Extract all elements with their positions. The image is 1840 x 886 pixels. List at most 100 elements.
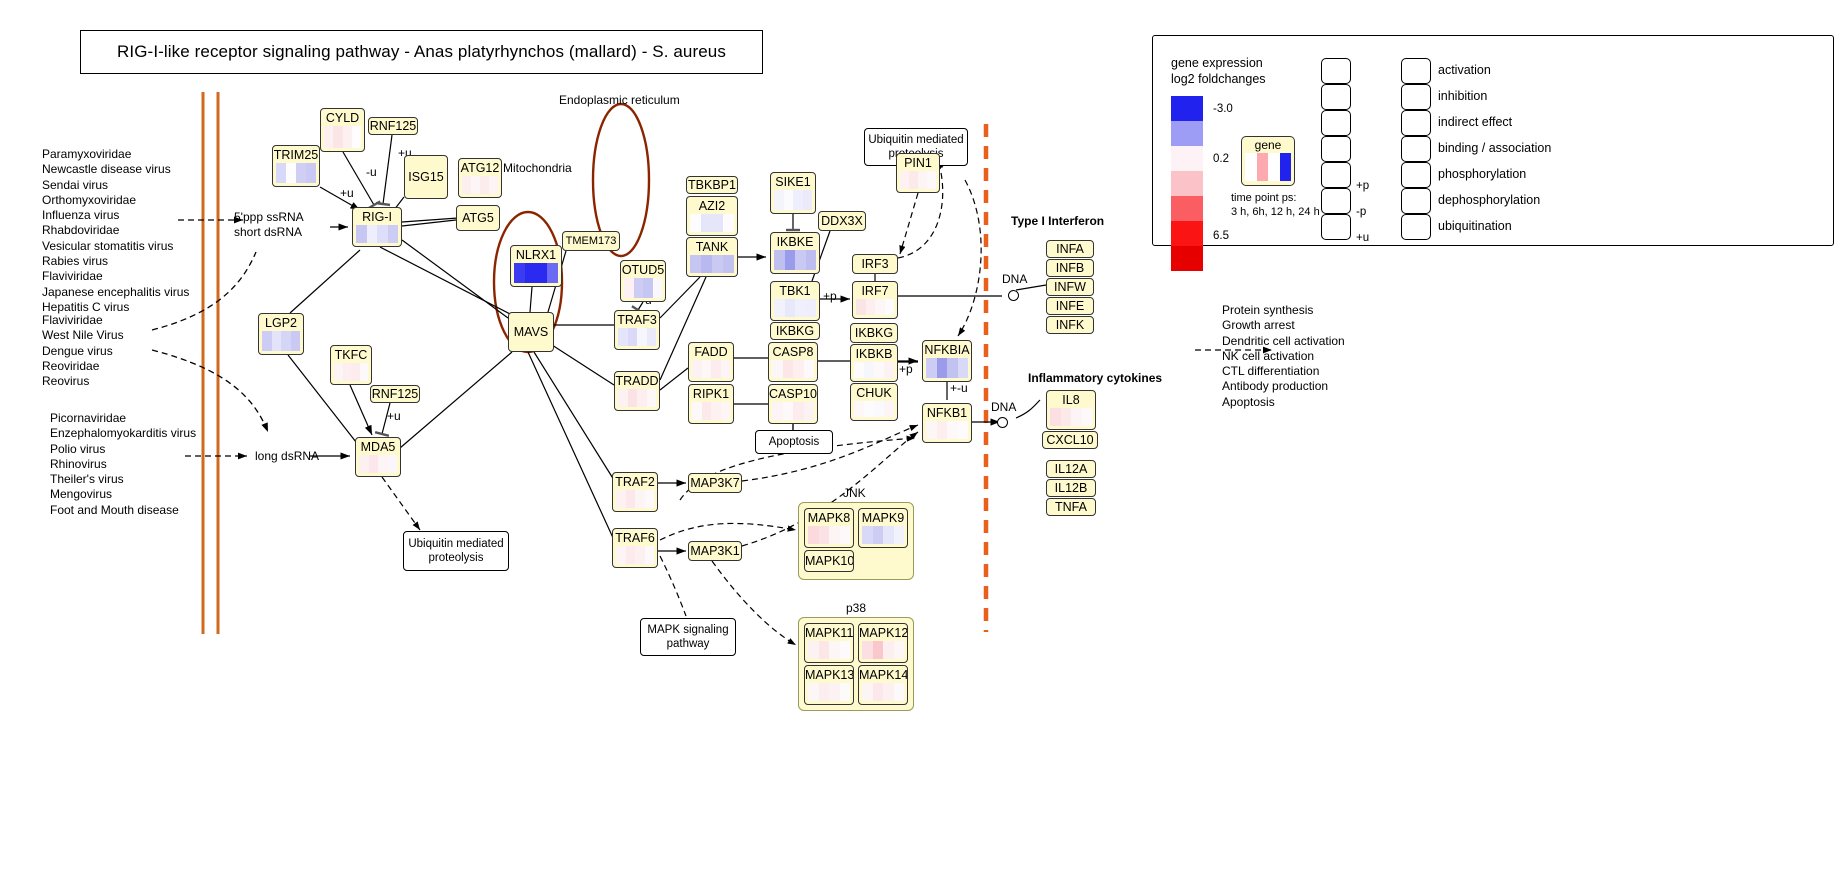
apoptosis-box[interactable]: Apoptosis — [755, 430, 833, 454]
gene-box-infe[interactable]: INFE — [1046, 297, 1094, 315]
gene-box-traf2[interactable]: TRAF2 — [612, 472, 658, 512]
gene-label: TRAF2 — [615, 475, 655, 489]
gene-label: INFA — [1056, 241, 1084, 256]
gene-box-mavs[interactable]: MAVS — [508, 312, 554, 352]
gene-box-isg15[interactable]: ISG15 — [404, 155, 448, 199]
inflammatory-cytokines-label: Inflammatory cytokines — [1028, 371, 1163, 385]
expression-bar — [536, 263, 547, 283]
gene-box-ddx3x[interactable]: DDX3X — [818, 211, 866, 231]
gene-box-otud5[interactable]: OTUD5 — [620, 260, 666, 302]
gene-expression-bars — [926, 358, 968, 378]
legend-node-target-phosphorylation — [1401, 162, 1431, 188]
gene-label: TANK — [695, 240, 729, 254]
legend-label-inhibition: inhibition — [1438, 89, 1488, 103]
gene-box-rigi[interactable]: RIG-I — [352, 207, 402, 247]
gene-box-lgp2[interactable]: LGP2 — [258, 313, 304, 355]
expression-bar — [829, 641, 840, 659]
gene-box-tbk1[interactable]: TBK1 — [770, 281, 820, 321]
ubiquitin-proteolysis-bottom[interactable]: Ubiquitin mediated proteolysis — [403, 531, 509, 571]
gene-box-infb[interactable]: INFB — [1046, 259, 1094, 277]
gene-box-ikbkg2[interactable]: IKBKG — [850, 323, 898, 343]
expression-bar — [387, 225, 398, 243]
gene-label: INFW — [1054, 279, 1086, 294]
gene-expression-bars — [618, 328, 656, 346]
gene-box-fadd[interactable]: FADD — [688, 342, 734, 382]
gene-box-tnfa[interactable]: TNFA — [1046, 498, 1096, 516]
gene-box-atg5[interactable]: ATG5 — [456, 205, 500, 231]
gene-box-mapk8[interactable]: MAPK8 — [804, 508, 854, 548]
gene-box-ikbkg[interactable]: IKBKG — [770, 322, 820, 340]
gene-box-azi2[interactable]: AZI2 — [686, 196, 738, 236]
expression-bar — [711, 402, 721, 420]
legend-scale-mid-label: 0.2 — [1213, 153, 1229, 165]
gene-box-tradd[interactable]: TRADD — [614, 371, 660, 411]
expression-bar — [818, 641, 829, 659]
gene-box-irf7[interactable]: IRF7 — [852, 281, 898, 319]
gene-box-il12b[interactable]: IL12B — [1046, 479, 1096, 497]
gene-box-mapk14[interactable]: MAPK14 — [858, 665, 908, 705]
gene-box-trim25[interactable]: TRIM25 — [272, 145, 320, 187]
gene-box-traf3[interactable]: TRAF3 — [614, 310, 660, 350]
gene-box-tmem173[interactable]: TMEM173 — [562, 231, 620, 251]
gene-label: CYLD — [325, 111, 360, 125]
gene-box-rnf125b[interactable]: RNF125 — [370, 385, 420, 403]
expression-bar — [635, 546, 645, 564]
mark-tbk1-irf7-p: +p — [823, 289, 837, 303]
legend-node-target-activation — [1401, 58, 1431, 84]
gene-box-map3k1[interactable]: MAP3K1 — [688, 541, 742, 561]
gene-box-ikbke[interactable]: IKBKE — [770, 232, 820, 274]
gene-box-mapk10[interactable]: MAPK10 — [804, 550, 854, 572]
edge-lgp2-rigi — [289, 249, 361, 314]
gene-box-mapk9[interactable]: MAPK9 — [858, 508, 908, 548]
gene-label: NFKB1 — [926, 406, 968, 420]
gene-box-mapk11[interactable]: MAPK11 — [804, 623, 854, 663]
gene-box-infw[interactable]: INFW — [1046, 278, 1094, 296]
expression-bar — [271, 331, 281, 351]
gene-box-il8[interactable]: IL8 — [1046, 390, 1096, 430]
mark-casp8-nfkbia-p: +p — [899, 362, 913, 376]
expression-bar — [829, 683, 840, 701]
gene-box-mapk12[interactable]: MAPK12 — [858, 623, 908, 663]
gene-box-irf3[interactable]: IRF3 — [852, 254, 898, 274]
mapk-pathway-box[interactable]: MAPK signaling pathway — [640, 618, 736, 656]
gene-box-atg12[interactable]: ATG12 — [458, 158, 502, 198]
gene-box-sike1[interactable]: SIKE1 — [770, 172, 816, 214]
gene-label: MAPK10 — [805, 553, 854, 568]
gene-box-nfkb1[interactable]: NFKB1 — [922, 403, 972, 443]
edge-atg12-rigi — [401, 217, 459, 223]
gene-box-infa[interactable]: INFA — [1046, 240, 1094, 258]
gene-box-mda5[interactable]: MDA5 — [355, 437, 401, 477]
mitochondria-label: Mitochondria — [503, 161, 572, 175]
gene-box-traf6[interactable]: TRAF6 — [612, 528, 658, 568]
gene-label: IRF7 — [861, 284, 889, 298]
gene-box-chuk[interactable]: CHUK — [850, 383, 898, 421]
expression-bar — [772, 402, 783, 420]
expression-bar — [854, 362, 864, 378]
gene-box-tbkbp1[interactable]: TBKBP1 — [686, 176, 738, 194]
gene-box-casp8[interactable]: CASP8 — [768, 342, 818, 382]
gene-box-map3k7[interactable]: MAP3K7 — [688, 473, 742, 493]
expression-bar — [333, 126, 343, 148]
gene-label: RNF125 — [371, 386, 419, 401]
gene-box-tkfc[interactable]: TKFC — [330, 345, 372, 385]
gene-box-rnf125a[interactable]: RNF125 — [368, 117, 418, 135]
gene-box-infk[interactable]: INFK — [1046, 316, 1094, 334]
expression-bar — [829, 526, 840, 544]
gene-box-nlrx1[interactable]: NLRX1 — [510, 245, 562, 287]
gene-box-pin1[interactable]: PIN1 — [896, 153, 940, 193]
gene-box-mapk13[interactable]: MAPK13 — [804, 665, 854, 705]
gene-box-casp10[interactable]: CASP10 — [768, 384, 818, 424]
gene-box-cxcl10[interactable]: CXCL10 — [1042, 431, 1098, 449]
expression-bar — [839, 526, 850, 544]
gene-box-cyld[interactable]: CYLD — [320, 108, 365, 152]
gene-box-tank[interactable]: TANK — [686, 237, 738, 277]
gene-box-il12a[interactable]: IL12A — [1046, 460, 1096, 478]
expression-bar — [936, 421, 947, 439]
gene-box-ikbkb[interactable]: IKBKB — [850, 344, 898, 382]
gene-box-ripk1[interactable]: RIPK1 — [688, 384, 734, 424]
gene-box-nfkbia[interactable]: NFKBIA — [922, 340, 972, 382]
gene-expression-bars — [324, 126, 361, 148]
mark-cyld-deub: -u — [366, 165, 377, 179]
legend-node-target-indirect-effect — [1401, 110, 1431, 136]
gene-expression-bars — [808, 641, 850, 659]
